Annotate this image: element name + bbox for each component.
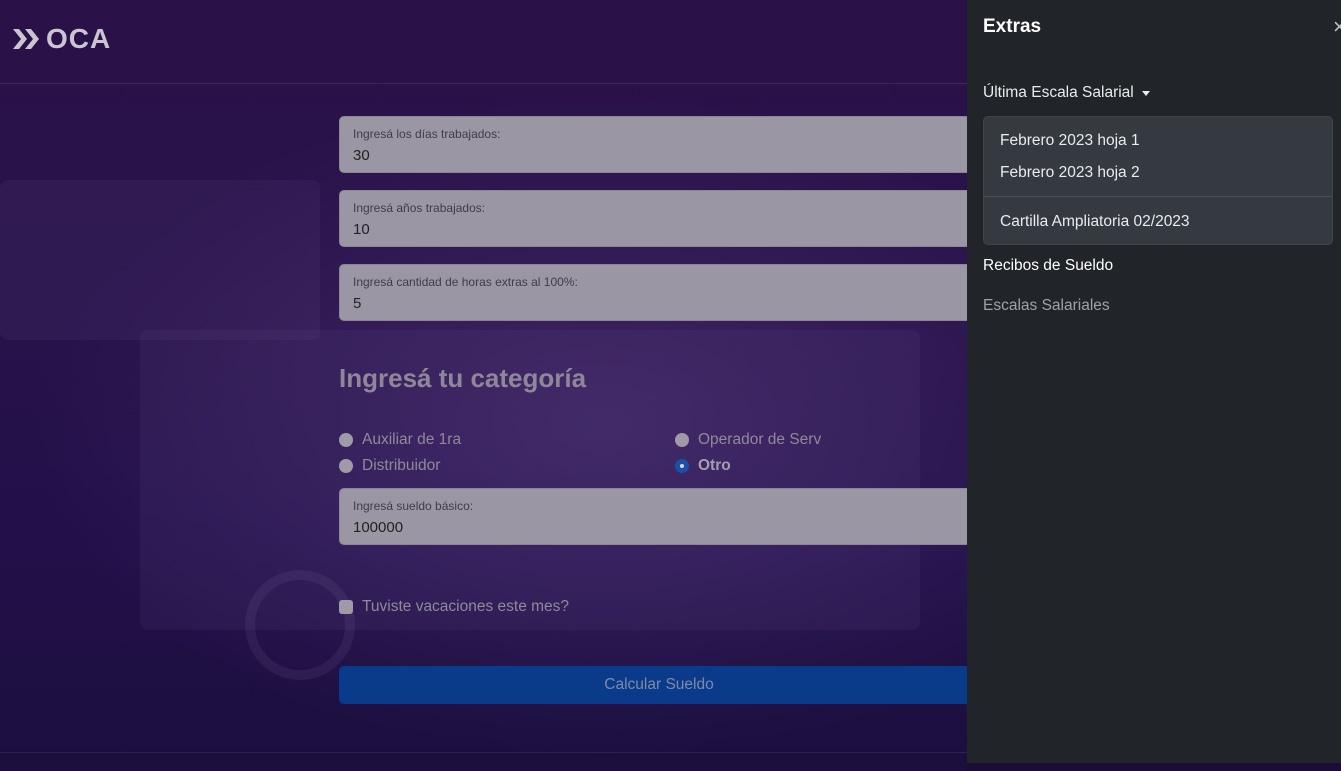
chevrons-icon [13, 29, 39, 49]
sueldo-value[interactable]: 100000 [353, 519, 403, 536]
radio-selected-icon[interactable] [675, 459, 689, 473]
oca-logo[interactable]: OCA [13, 24, 111, 54]
vacaciones-checkbox[interactable]: Tuviste vacaciones este mes? [339, 598, 569, 616]
horas-field[interactable]: Ingresá cantidad de horas extras al 100%… [339, 264, 979, 321]
dias-field[interactable]: Ingresá los días trabajados: 30 [339, 116, 979, 173]
bottom-strip [967, 763, 1341, 771]
anios-value[interactable]: 10 [353, 221, 370, 238]
checkbox-icon[interactable] [339, 600, 353, 614]
radio-label: Operador de Serv [698, 431, 822, 448]
radio-operador[interactable]: Operador de Serv [675, 431, 821, 449]
anios-field[interactable]: Ingresá años trabajados: 10 [339, 190, 979, 247]
panel-title: Extras [983, 16, 1042, 37]
dropdown-label: Última Escala Salarial [983, 84, 1134, 101]
anios-label: Ingresá años trabajados: [353, 201, 486, 215]
dias-label: Ingresá los días trabajados: [353, 127, 501, 141]
horas-value[interactable]: 5 [353, 295, 361, 312]
radio-icon[interactable] [339, 459, 353, 473]
radio-auxiliar[interactable]: Auxiliar de 1ra [339, 431, 461, 449]
extras-offcanvas: Extras × Última Escala Salarial Febrero … [967, 0, 1341, 763]
radio-distribuidor[interactable]: Distribuidor [339, 457, 440, 475]
logo-text: OCA [46, 23, 112, 54]
radio-label: Auxiliar de 1ra [362, 431, 462, 448]
dropdown-divider [984, 196, 1332, 197]
sueldo-label: Ingresá sueldo básico: [353, 499, 474, 513]
close-icon[interactable]: × [1333, 14, 1341, 40]
category-title: Ingresá tu categoría [339, 363, 587, 393]
dias-value[interactable]: 30 [353, 147, 370, 164]
dropdown-item-cartilla[interactable]: Cartilla Ampliatoria 02/2023 [1000, 213, 1190, 231]
radio-icon[interactable] [339, 433, 353, 447]
sueldo-field[interactable]: Ingresá sueldo básico: 100000 [339, 488, 979, 545]
horas-label: Ingresá cantidad de horas extras al 100%… [353, 275, 578, 289]
radio-label: Otro [698, 457, 731, 474]
radio-otro[interactable]: Otro [675, 457, 731, 475]
background-photo-wheel [245, 570, 355, 680]
nav-recibos-de-sueldo[interactable]: Recibos de Sueldo [983, 257, 1113, 275]
radio-icon[interactable] [675, 433, 689, 447]
nav-escalas-salariales[interactable]: Escalas Salariales [983, 297, 1110, 315]
dropdown-item-febrero-hoja-2[interactable]: Febrero 2023 hoja 2 [1000, 164, 1140, 182]
escala-dropdown-toggle[interactable]: Última Escala Salarial [983, 84, 1150, 102]
dropdown-item-febrero-hoja-1[interactable]: Febrero 2023 hoja 1 [1000, 132, 1140, 150]
radio-label: Distribuidor [362, 457, 441, 474]
background-photo-building [0, 180, 320, 340]
calcular-sueldo-button[interactable]: Calcular Sueldo [339, 666, 979, 704]
caret-down-icon [1141, 91, 1150, 96]
escala-dropdown-menu: Febrero 2023 hoja 1 Febrero 2023 hoja 2 … [983, 116, 1333, 245]
vacaciones-label: Tuviste vacaciones este mes? [362, 598, 570, 615]
footer-divider [0, 752, 967, 753]
